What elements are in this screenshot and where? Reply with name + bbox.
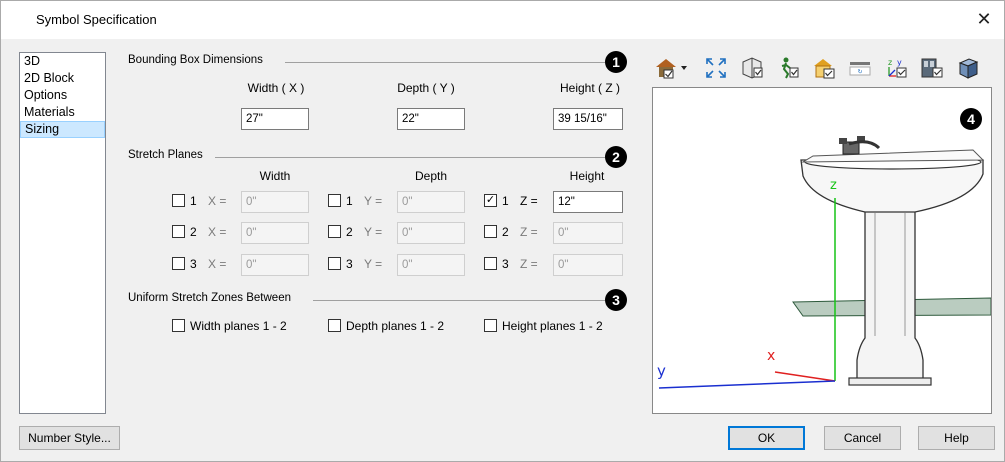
axis-y-label: y [657, 362, 666, 380]
bounding-depth-input[interactable]: 22" [397, 108, 465, 130]
width-plane-1-axis: X = [208, 194, 227, 208]
depth-plane-3-checkbox[interactable] [328, 257, 341, 270]
preview-toolbar: ↻ z y [652, 52, 992, 82]
dialog-title: Symbol Specification [36, 12, 157, 27]
width-plane-1-checkbox[interactable] [172, 194, 185, 207]
height-plane-3-axis: Z = [520, 257, 538, 271]
stretch-planes-icon[interactable] [776, 56, 800, 80]
depth-plane-2-input[interactable]: 0" [397, 222, 465, 244]
callout-badge-1: 1 [605, 51, 627, 73]
category-item-2d-block[interactable]: 2D Block [20, 70, 105, 87]
width-plane-3-number: 3 [190, 257, 197, 271]
stretch-planes-rule [215, 157, 605, 158]
axis-x-label: x [767, 348, 775, 364]
depth-plane-3-input[interactable]: 0" [397, 254, 465, 276]
walls-icon[interactable] [740, 56, 764, 80]
depth-plane-2-axis: Y = [364, 225, 383, 239]
depth-plane-3-number: 3 [346, 257, 353, 271]
stretch-planes-heading: Stretch Planes [128, 149, 203, 161]
uniform-height-checkbox[interactable] [484, 319, 497, 332]
height-plane-1-axis: Z = [520, 194, 538, 208]
uniform-height-label[interactable]: Height planes 1 - 2 [502, 319, 603, 333]
bounding-box-heading: Bounding Box Dimensions [128, 54, 263, 66]
height-z-heading: Height ( Z ) [559, 81, 620, 95]
width-plane-2-number: 2 [190, 225, 197, 239]
depth-plane-2-number: 2 [346, 225, 353, 239]
svg-text:z: z [888, 58, 892, 67]
color-icon[interactable] [920, 56, 944, 80]
callout-badge-3: 3 [605, 289, 627, 311]
height-plane-2-axis: Z = [520, 225, 538, 239]
help-button[interactable]: Help [918, 426, 995, 450]
plane-icon[interactable]: ↻ [848, 56, 872, 80]
depth-plane-2-checkbox[interactable] [328, 225, 341, 238]
axes-icon[interactable]: z y [884, 56, 908, 80]
pedestal-sink-illustration: z x y [657, 136, 991, 389]
close-icon[interactable]: ✕ [972, 7, 996, 31]
category-item-materials[interactable]: Materials [20, 104, 105, 121]
uniform-width-label[interactable]: Width planes 1 - 2 [190, 319, 287, 333]
depth-plane-3-axis: Y = [364, 257, 383, 271]
width-plane-3-input[interactable]: 0" [241, 254, 309, 276]
uniform-width-checkbox[interactable] [172, 319, 185, 332]
uniform-zones-heading: Uniform Stretch Zones Between [128, 292, 291, 304]
uniform-zones-rule [313, 300, 605, 301]
depth-y-heading: Depth ( Y ) [397, 81, 455, 95]
cube-icon[interactable] [956, 56, 980, 80]
depth-plane-1-axis: Y = [364, 194, 383, 208]
height-plane-3-number: 3 [502, 257, 509, 271]
title-bar: Symbol Specification ✕ [1, 1, 1004, 39]
depth-plane-1-checkbox[interactable] [328, 194, 341, 207]
home-view-dropdown-icon[interactable] [654, 56, 690, 80]
height-plane-3-checkbox[interactable] [484, 257, 497, 270]
symbol-specification-dialog: Symbol Specification ✕ 3D 2D Block Optio… [0, 0, 1005, 462]
uniform-depth-label[interactable]: Depth planes 1 - 2 [346, 319, 444, 333]
axis-z-label: z [830, 178, 837, 193]
width-x-heading: Width ( X ) [247, 81, 305, 95]
category-list[interactable]: 3D 2D Block Options Materials Sizing [19, 52, 106, 414]
number-style-button[interactable]: Number Style... [19, 426, 120, 450]
bounding-height-input[interactable]: 39 15/16" [553, 108, 623, 130]
stretch-width-heading: Width [259, 169, 291, 183]
depth-plane-1-input[interactable]: 0" [397, 191, 465, 213]
cancel-button[interactable]: Cancel [824, 426, 901, 450]
height-plane-1-number: 1 [502, 194, 509, 208]
bounding-box-rule [285, 62, 605, 63]
width-plane-2-axis: X = [208, 225, 227, 239]
ok-button[interactable]: OK [728, 426, 805, 450]
bounding-box-icon[interactable] [812, 56, 836, 80]
height-plane-1-checkbox[interactable]: ✓ [484, 194, 497, 207]
width-plane-3-axis: X = [208, 257, 227, 271]
width-plane-2-checkbox[interactable] [172, 225, 185, 238]
svg-text:y: y [897, 58, 902, 67]
width-plane-1-input[interactable]: 0" [241, 191, 309, 213]
height-plane-2-number: 2 [502, 225, 509, 239]
width-plane-3-checkbox[interactable] [172, 257, 185, 270]
stretch-depth-heading: Depth [414, 169, 448, 183]
category-item-3d[interactable]: 3D [20, 53, 105, 70]
depth-plane-1-number: 1 [346, 194, 353, 208]
bounding-width-input[interactable]: 27" [241, 108, 309, 130]
3d-preview-pane[interactable]: z x y 4 [652, 87, 992, 414]
stretch-height-heading: Height [569, 169, 605, 183]
callout-badge-2: 2 [605, 146, 627, 168]
height-plane-2-input[interactable]: 0" [553, 222, 623, 244]
callout-badge-4: 4 [960, 108, 982, 130]
fill-window-icon[interactable] [704, 56, 728, 80]
height-plane-1-input[interactable]: 12" [553, 191, 623, 213]
category-item-options[interactable]: Options [20, 87, 105, 104]
svg-text:↻: ↻ [857, 69, 862, 76]
height-plane-3-input[interactable]: 0" [553, 254, 623, 276]
category-item-sizing[interactable]: Sizing [20, 121, 105, 138]
height-plane-2-checkbox[interactable] [484, 225, 497, 238]
uniform-depth-checkbox[interactable] [328, 319, 341, 332]
width-plane-1-number: 1 [190, 194, 197, 208]
width-plane-2-input[interactable]: 0" [241, 222, 309, 244]
